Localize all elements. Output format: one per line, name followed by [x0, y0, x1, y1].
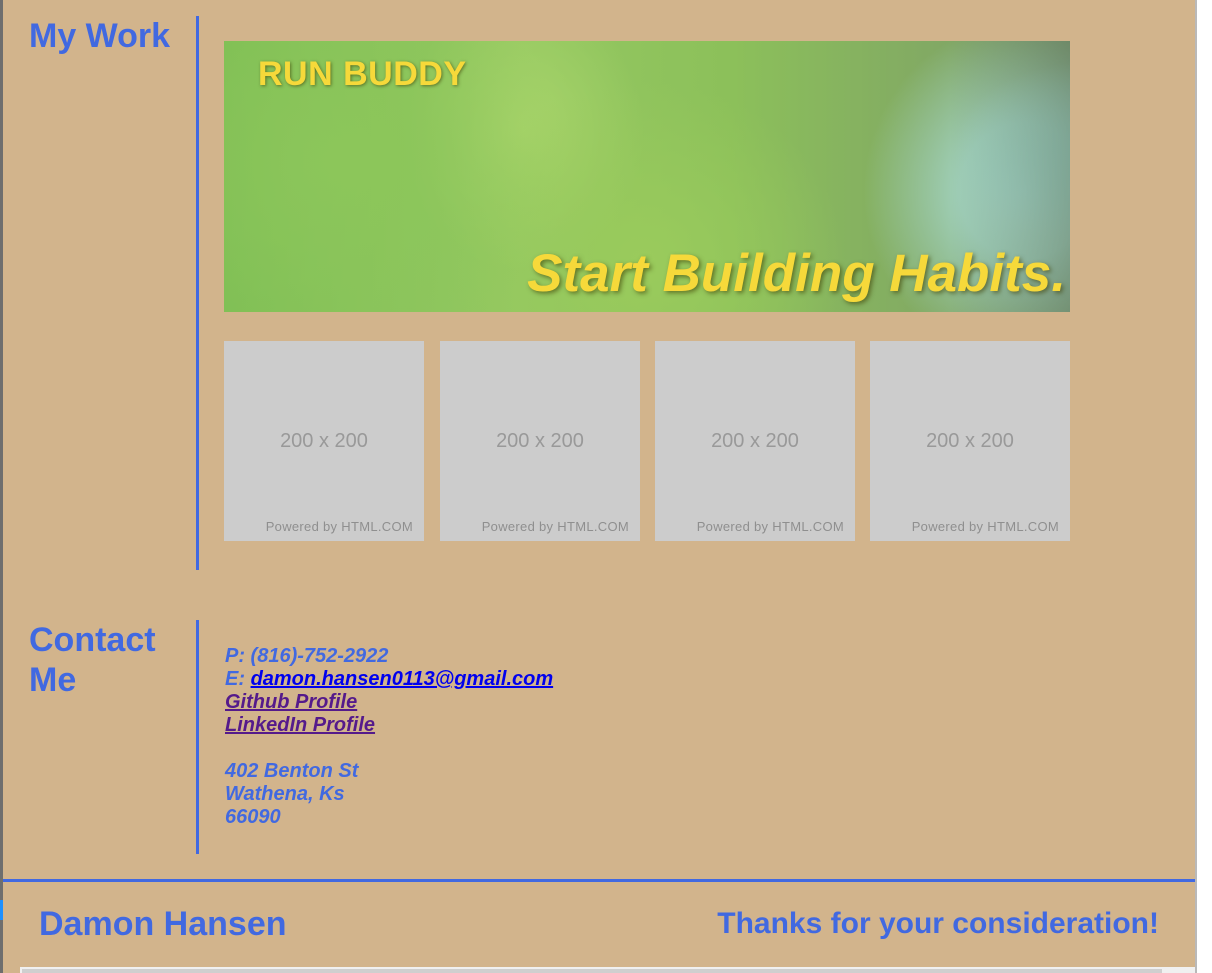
banner-title: RUN BUDDY: [258, 55, 467, 93]
contact-heading: Contact Me: [29, 620, 156, 700]
linkedin-line: LinkedIn Profile: [225, 714, 553, 737]
placeholder-thumbnail[interactable]: 200 x 200 Powered by HTML.COM: [224, 341, 424, 541]
contact-details: P: (816)-752-2922 E: damon.hansen0113@gm…: [225, 645, 553, 829]
phone-number: P: (816)-752-2922: [225, 645, 389, 667]
thumbnail-size-label: 200 x 200: [280, 430, 368, 452]
contact-heading-line1: Contact: [29, 621, 156, 659]
thumbnail-powered-label: Powered by HTML.COM: [696, 519, 844, 534]
thumbnail-powered-label: Powered by HTML.COM: [481, 519, 629, 534]
address-street: 402 Benton St: [225, 760, 359, 782]
footer-divider: [3, 879, 1195, 882]
email-link[interactable]: damon.hansen0113@gmail.com: [251, 668, 554, 690]
placeholder-thumbnail[interactable]: 200 x 200 Powered by HTML.COM: [440, 341, 640, 541]
github-line: Github Profile: [225, 691, 553, 714]
contact-divider: [196, 620, 199, 854]
github-profile-link[interactable]: Github Profile: [225, 691, 357, 713]
placeholder-thumbnail[interactable]: 200 x 200 Powered by HTML.COM: [870, 341, 1070, 541]
thumbnail-size-label: 200 x 200: [711, 430, 799, 452]
placeholder-thumbnail[interactable]: 200 x 200 Powered by HTML.COM: [655, 341, 855, 541]
email-prefix: E:: [225, 668, 251, 690]
footer-name: Damon Hansen: [39, 905, 287, 943]
thumbnail-powered-label: Powered by HTML.COM: [265, 519, 413, 534]
linkedin-profile-link[interactable]: LinkedIn Profile: [225, 714, 375, 736]
thumbnail-size-label: 200 x 200: [926, 430, 1014, 452]
contact-heading-line2: Me: [29, 661, 77, 699]
scrollbar-border: [1195, 0, 1197, 973]
my-work-heading: My Work: [29, 17, 171, 55]
window-left-edge: [0, 0, 3, 973]
email-line: E: damon.hansen0113@gmail.com: [225, 668, 553, 691]
thumbnail-powered-label: Powered by HTML.COM: [911, 519, 1059, 534]
footer-thanks: Thanks for your consideration!: [717, 907, 1159, 940]
edge-marker: [0, 900, 3, 920]
run-buddy-banner[interactable]: RUN BUDDY Start Building Habits.: [224, 41, 1070, 312]
address-zip: 66090: [225, 806, 281, 828]
banner-tagline: Start Building Habits.: [527, 244, 1066, 303]
my-work-divider: [196, 16, 199, 570]
horizontal-scrollbar-thumb[interactable]: [22, 969, 1162, 973]
thumbnail-size-label: 200 x 200: [496, 430, 584, 452]
vertical-scrollbar[interactable]: [1195, 0, 1212, 973]
address-city: Wathena, Ks: [225, 783, 345, 805]
